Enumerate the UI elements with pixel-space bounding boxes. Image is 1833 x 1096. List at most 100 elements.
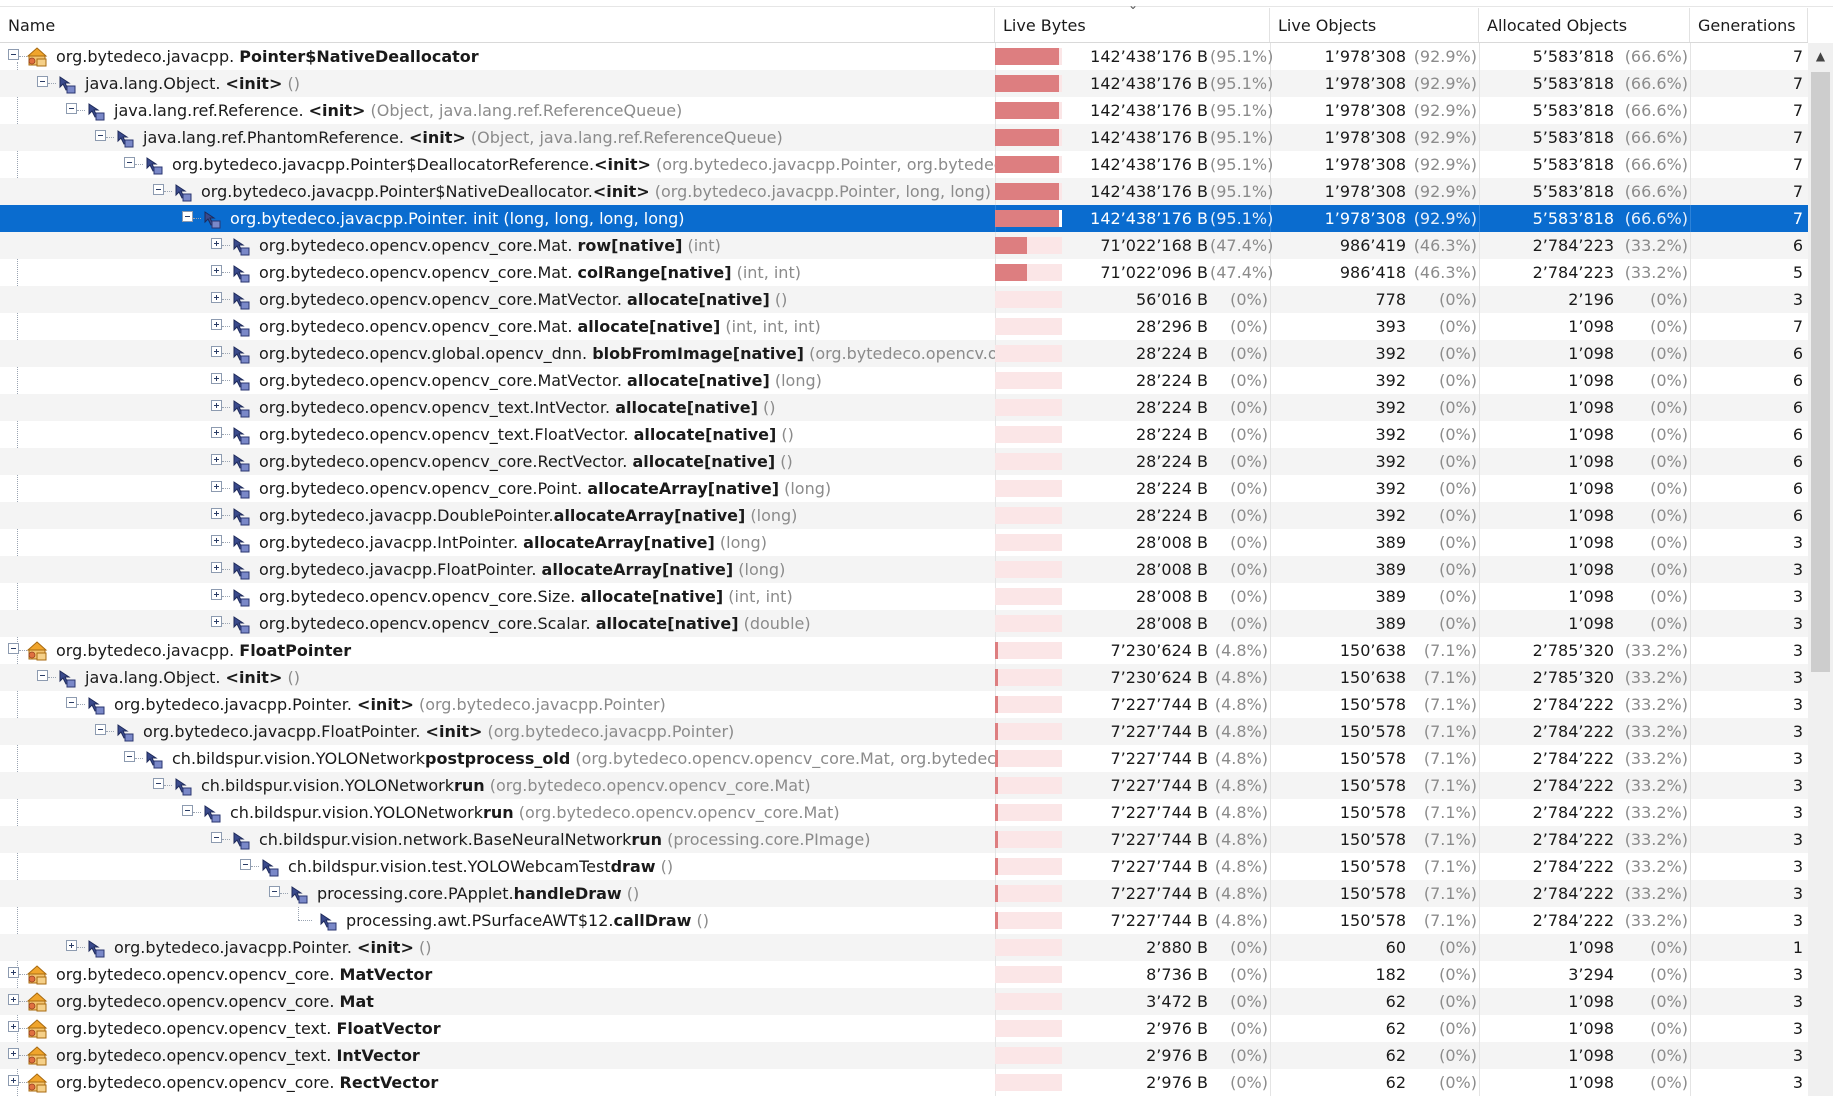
table-row[interactable]: org.bytedeco.opencv.opencv_text. FloatVe… bbox=[0, 1015, 1808, 1042]
table-row[interactable]: org.bytedeco.opencv.opencv_core.MatVecto… bbox=[0, 367, 1808, 394]
live-bytes-bar bbox=[995, 912, 999, 929]
expand-icon[interactable] bbox=[211, 481, 222, 492]
collapse-icon[interactable] bbox=[124, 751, 135, 762]
table-row[interactable]: org.bytedeco.javacpp.Pointer. <init> (or… bbox=[0, 691, 1808, 718]
column-separator bbox=[1690, 97, 1691, 124]
table-row[interactable]: java.lang.ref.PhantomReference. <init> (… bbox=[0, 124, 1808, 151]
column-header-allocated-objects[interactable]: Allocated Objects bbox=[1479, 8, 1690, 42]
table-row[interactable]: org.bytedeco.javacpp.Pointer. <init> () 2… bbox=[0, 934, 1808, 961]
table-row[interactable]: org.bytedeco.opencv.opencv_text.FloatVec… bbox=[0, 421, 1808, 448]
expand-icon[interactable] bbox=[8, 994, 19, 1005]
table-row[interactable]: ch.bildspur.vision.YOLONetworkrun (org.b… bbox=[0, 799, 1808, 826]
table-row[interactable]: org.bytedeco.javacpp.Pointer$Deallocator… bbox=[0, 151, 1808, 178]
column-header-live-objects[interactable]: Live Objects bbox=[1270, 8, 1479, 42]
table-row[interactable]: org.bytedeco.opencv.opencv_core.Scalar. … bbox=[0, 610, 1808, 637]
expand-icon[interactable] bbox=[211, 373, 222, 384]
table-row[interactable]: org.bytedeco.opencv.opencv_core. Mat 3’47… bbox=[0, 988, 1808, 1015]
generations-value: 1 bbox=[1792, 938, 1803, 957]
live-bytes-bar bbox=[995, 237, 1027, 254]
table-row[interactable]: org.bytedeco.opencv.global.opencv_dnn. b… bbox=[0, 340, 1808, 367]
expand-icon[interactable] bbox=[66, 940, 77, 951]
scroll-up-arrow-icon[interactable]: ▲ bbox=[1808, 43, 1833, 69]
expand-icon[interactable] bbox=[211, 562, 222, 573]
table-row[interactable]: java.lang.Object. <init> () 7’230’624 B (4… bbox=[0, 664, 1808, 691]
method-name: MatVector bbox=[339, 965, 433, 984]
expand-icon[interactable] bbox=[211, 427, 222, 438]
table-row[interactable]: org.bytedeco.opencv.opencv_core.Mat. row… bbox=[0, 232, 1808, 259]
table-row[interactable]: ch.bildspur.vision.test.YOLOWebcamTestdr… bbox=[0, 853, 1808, 880]
table-row[interactable]: org.bytedeco.opencv.opencv_core. MatVect… bbox=[0, 961, 1808, 988]
expand-icon[interactable] bbox=[211, 508, 222, 519]
collapse-icon[interactable] bbox=[182, 805, 193, 816]
table-row[interactable]: org.bytedeco.opencv.opencv_core.Point. a… bbox=[0, 475, 1808, 502]
collapse-icon[interactable] bbox=[66, 103, 77, 114]
table-row[interactable]: ch.bildspur.vision.YOLONetworkrun (org.b… bbox=[0, 772, 1808, 799]
live-objects-value: 1’978’308 bbox=[1324, 182, 1406, 201]
collapse-icon[interactable] bbox=[240, 859, 251, 870]
table-row[interactable]: org.bytedeco.opencv.opencv_core.MatVecto… bbox=[0, 286, 1808, 313]
table-row[interactable]: processing.awt.PSurfaceAWT$12.callDraw (… bbox=[0, 907, 1808, 934]
expand-icon[interactable] bbox=[211, 346, 222, 357]
table-row[interactable]: org.bytedeco.opencv.opencv_core.Size. al… bbox=[0, 583, 1808, 610]
collapse-icon[interactable] bbox=[153, 184, 164, 195]
collapse-icon[interactable] bbox=[66, 697, 77, 708]
table-row[interactable]: org.bytedeco.opencv.opencv_core.Mat. col… bbox=[0, 259, 1808, 286]
column-header-generations[interactable]: Generations bbox=[1690, 8, 1808, 42]
expand-icon[interactable] bbox=[211, 454, 222, 465]
column-header-name[interactable]: Name bbox=[0, 8, 995, 42]
column-separator bbox=[1690, 799, 1691, 826]
column-separator bbox=[1479, 691, 1480, 718]
column-separator bbox=[1690, 1042, 1691, 1069]
package-name: org.bytedeco.opencv.opencv_text.FloatVec… bbox=[259, 425, 634, 444]
expand-icon[interactable] bbox=[8, 1075, 19, 1086]
expand-icon[interactable] bbox=[211, 535, 222, 546]
expand-icon[interactable] bbox=[8, 1048, 19, 1059]
table-row[interactable]: org.bytedeco.opencv.opencv_text. IntVect… bbox=[0, 1042, 1808, 1069]
expand-icon[interactable] bbox=[211, 265, 222, 276]
column-separator bbox=[1479, 799, 1480, 826]
expand-icon[interactable] bbox=[211, 238, 222, 249]
collapse-icon[interactable] bbox=[124, 157, 135, 168]
collapse-icon[interactable] bbox=[8, 643, 19, 654]
table-row[interactable]: org.bytedeco.javacpp.Pointer$NativeDeall… bbox=[0, 178, 1808, 205]
table-row[interactable]: java.lang.Object. <init> () 142’438’176 B… bbox=[0, 70, 1808, 97]
expand-icon[interactable] bbox=[211, 589, 222, 600]
live-bytes-bar bbox=[995, 264, 1027, 281]
table-row[interactable]: org.bytedeco.javacpp.DoublePointer.alloc… bbox=[0, 502, 1808, 529]
table-row[interactable]: ch.bildspur.vision.YOLONetworkpostproces… bbox=[0, 745, 1808, 772]
table-row[interactable]: org.bytedeco.javacpp. Pointer$NativeDeal… bbox=[0, 43, 1808, 70]
column-separator bbox=[1270, 934, 1271, 961]
table-row[interactable]: org.bytedeco.javacpp.FloatPointer. alloc… bbox=[0, 556, 1808, 583]
expand-icon[interactable] bbox=[211, 319, 222, 330]
table-row[interactable]: java.lang.ref.Reference. <init> (Object,… bbox=[0, 97, 1808, 124]
column-header-live-bytes[interactable]: Live Bytes bbox=[995, 8, 1270, 42]
collapse-icon[interactable] bbox=[153, 778, 164, 789]
live-objects-value: 389 bbox=[1375, 560, 1406, 579]
collapse-icon[interactable] bbox=[182, 211, 193, 222]
collapse-icon[interactable] bbox=[211, 832, 222, 843]
collapse-icon[interactable] bbox=[37, 76, 48, 87]
table-row[interactable]: org.bytedeco.javacpp.Pointer. init (long… bbox=[0, 205, 1808, 232]
collapse-icon[interactable] bbox=[269, 886, 280, 897]
table-row[interactable]: ch.bildspur.vision.network.BaseNeuralNet… bbox=[0, 826, 1808, 853]
node-label: java.lang.Object. <init> () bbox=[85, 70, 300, 97]
expand-icon[interactable] bbox=[8, 1021, 19, 1032]
table-row[interactable]: org.bytedeco.javacpp.FloatPointer. <init… bbox=[0, 718, 1808, 745]
scrollbar-thumb[interactable] bbox=[1811, 72, 1830, 672]
expand-icon[interactable] bbox=[211, 292, 222, 303]
collapse-icon[interactable] bbox=[37, 670, 48, 681]
table-row[interactable]: org.bytedeco.opencv.opencv_text.IntVecto… bbox=[0, 394, 1808, 421]
table-row[interactable]: processing.core.PApplet.handleDraw () 7’2… bbox=[0, 880, 1808, 907]
expand-icon[interactable] bbox=[211, 400, 222, 411]
expand-icon[interactable] bbox=[8, 967, 19, 978]
collapse-icon[interactable] bbox=[95, 130, 106, 141]
collapse-icon[interactable] bbox=[95, 724, 106, 735]
package-name: org.bytedeco.opencv.opencv_core.Mat. bbox=[259, 263, 578, 282]
table-row[interactable]: org.bytedeco.opencv.opencv_core.RectVect… bbox=[0, 448, 1808, 475]
table-row[interactable]: org.bytedeco.opencv.opencv_core.Mat. all… bbox=[0, 313, 1808, 340]
table-row[interactable]: org.bytedeco.javacpp.IntPointer. allocat… bbox=[0, 529, 1808, 556]
collapse-icon[interactable] bbox=[8, 49, 19, 60]
table-row[interactable]: org.bytedeco.javacpp. FloatPointer 7’230’… bbox=[0, 637, 1808, 664]
expand-icon[interactable] bbox=[211, 616, 222, 627]
table-row[interactable]: org.bytedeco.opencv.opencv_core. RectVec… bbox=[0, 1069, 1808, 1096]
